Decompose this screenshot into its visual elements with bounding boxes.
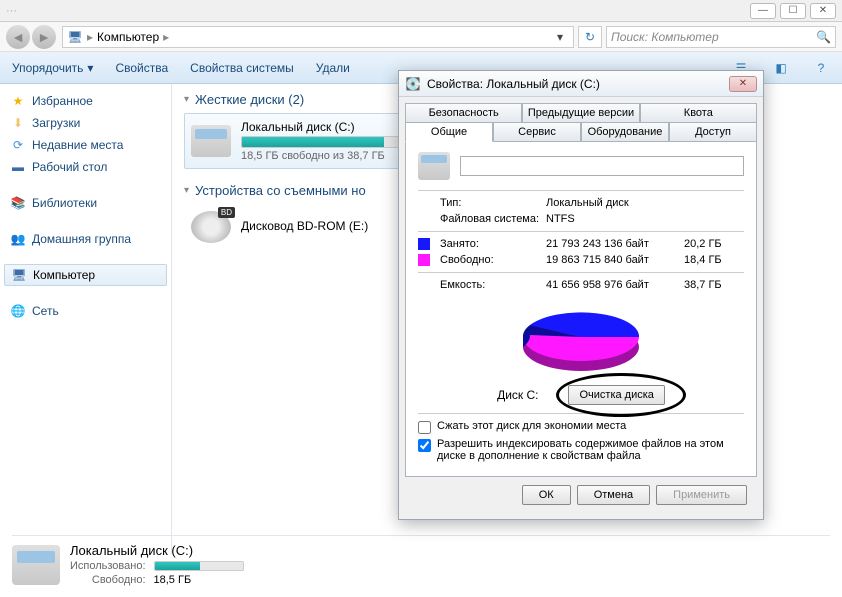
ok-button[interactable]: ОК <box>522 485 571 505</box>
fs-value: NTFS <box>546 213 678 225</box>
disk-cleanup-button[interactable]: Очистка диска <box>568 385 664 405</box>
organize-menu[interactable]: Упорядочить ▾ <box>12 61 93 75</box>
downloads-icon: ⬇ <box>10 115 26 131</box>
nav-back-button[interactable]: ◄ <box>6 25 30 49</box>
tab-tools[interactable]: Сервис <box>493 122 581 142</box>
status-used-bar <box>154 561 244 571</box>
hard-disk-icon <box>191 125 231 157</box>
type-value: Локальный диск <box>546 197 678 209</box>
libraries-icon: 📚 <box>10 195 26 211</box>
status-free-value: 18,5 ГБ <box>154 574 244 586</box>
dialog-close-button[interactable]: ✕ <box>729 76 757 92</box>
search-icon: 🔍 <box>816 30 831 44</box>
compress-label: Сжать этот диск для экономии места <box>437 420 626 432</box>
dialog-title-text: Свойства: Локальный диск (C:) <box>427 77 600 91</box>
tab-quota[interactable]: Квота <box>640 103 757 123</box>
sidebar-favorites-header[interactable]: ★Избранное <box>0 90 171 112</box>
breadcrumb-sep-icon: ▸ <box>163 30 169 44</box>
index-checkbox[interactable] <box>418 439 431 452</box>
bd-rom-icon <box>191 211 231 243</box>
refresh-button[interactable]: ↻ <box>578 26 602 48</box>
window-chrome: ··· — ☐ ✕ <box>0 0 842 22</box>
homegroup-icon: 👥 <box>10 231 26 247</box>
star-icon: ★ <box>10 93 26 109</box>
cap-label: Емкость: <box>440 279 540 291</box>
properties-button[interactable]: Свойства <box>115 61 168 75</box>
used-bytes: 21 793 243 136 байт <box>546 238 678 250</box>
status-free-label: Свободно: <box>70 574 146 586</box>
search-input[interactable]: Поиск: Компьютер 🔍 <box>606 26 836 48</box>
status-used-fill <box>155 562 201 570</box>
cap-gb: 38,7 ГБ <box>684 279 744 291</box>
used-label: Занято: <box>440 238 540 250</box>
apply-button[interactable]: Применить <box>656 485 747 505</box>
sidebar-item-computer[interactable]: 🖥Компьютер <box>4 264 167 286</box>
tab-panel-general: Тип: Локальный диск Файловая система: NTFS… <box>405 142 757 477</box>
tab-ghost: ··· <box>6 5 17 17</box>
disk-caption: Диск C: <box>497 388 538 402</box>
network-icon: 🌐 <box>10 303 26 319</box>
drive-c-capacity-fill <box>242 137 384 147</box>
uninstall-button[interactable]: Удали <box>316 61 350 75</box>
compress-checkbox[interactable] <box>418 421 431 434</box>
breadcrumb-sep-icon: ▸ <box>87 30 93 44</box>
usage-pie-chart <box>516 299 646 381</box>
system-properties-button[interactable]: Свойства системы <box>190 61 294 75</box>
index-label: Разрешить индексировать содержимое файло… <box>437 438 744 462</box>
dropdown-icon: ▾ <box>87 61 93 75</box>
sidebar-item-homegroup[interactable]: 👥Домашняя группа <box>0 228 171 250</box>
nav-forward-button[interactable]: ► <box>32 25 56 49</box>
sidebar-item-libraries[interactable]: 📚Библиотеки <box>0 192 171 214</box>
tab-general[interactable]: Общие <box>405 122 493 142</box>
dialog-titlebar[interactable]: 💽 Свойства: Локальный диск (C:) ✕ <box>399 71 763 97</box>
cap-bytes: 41 656 958 976 байт <box>546 279 678 291</box>
maximize-button[interactable]: ☐ <box>780 3 806 19</box>
collapse-icon: ▾ <box>184 185 189 196</box>
disk-icon: 💽 <box>405 76 421 92</box>
sidebar-item-recent[interactable]: ⟳Недавние места <box>0 134 171 156</box>
free-label: Свободно: <box>440 254 540 266</box>
sidebar-item-network[interactable]: 🌐Сеть <box>0 300 171 322</box>
sidebar-item-desktop[interactable]: ▬Рабочий стол <box>0 156 171 178</box>
navigation-sidebar: ★Избранное ⬇Загрузки ⟳Недавние места ▬Ра… <box>0 84 172 554</box>
sidebar-item-downloads[interactable]: ⬇Загрузки <box>0 112 171 134</box>
fs-label: Файловая система: <box>440 213 540 225</box>
used-gb: 20,2 ГБ <box>684 238 744 250</box>
computer-icon: 🖥 <box>11 267 27 283</box>
free-bytes: 19 863 715 840 байт <box>546 254 678 266</box>
cancel-button[interactable]: Отмена <box>577 485 650 505</box>
free-swatch-icon <box>418 254 430 266</box>
address-dropdown-icon[interactable]: ▾ <box>551 30 569 44</box>
disk-large-icon <box>418 152 450 180</box>
collapse-icon: ▾ <box>184 94 189 105</box>
status-drive-icon <box>12 545 60 585</box>
tab-hardware[interactable]: Оборудование <box>581 122 669 142</box>
address-bar[interactable]: 🖥 ▸ Компьютер ▸ ▾ <box>62 26 574 48</box>
status-title: Локальный диск (C:) <box>70 543 252 558</box>
address-bar-row: ◄ ► 🖥 ▸ Компьютер ▸ ▾ ↻ Поиск: Компьютер… <box>0 22 842 52</box>
tab-previous-versions[interactable]: Предыдущие версии <box>522 103 639 123</box>
volume-label-input[interactable] <box>460 156 744 176</box>
properties-dialog: 💽 Свойства: Локальный диск (C:) ✕ Безопа… <box>398 70 764 520</box>
search-placeholder: Поиск: Компьютер <box>611 30 719 44</box>
help-icon[interactable]: ? <box>812 59 830 77</box>
breadcrumb-item[interactable]: Компьютер <box>97 30 159 44</box>
free-gb: 18,4 ГБ <box>684 254 744 266</box>
computer-icon: 🖥 <box>67 29 83 45</box>
type-label: Тип: <box>440 197 540 209</box>
tab-sharing[interactable]: Доступ <box>669 122 757 142</box>
recent-icon: ⟳ <box>10 137 26 153</box>
minimize-button[interactable]: — <box>750 3 776 19</box>
desktop-icon: ▬ <box>10 159 26 175</box>
tab-security[interactable]: Безопасность <box>405 103 522 123</box>
preview-pane-icon[interactable]: ◧ <box>772 59 790 77</box>
used-swatch-icon <box>418 238 430 250</box>
details-pane: Локальный диск (C:) Использовано: Свобод… <box>12 535 830 587</box>
status-used-label: Использовано: <box>70 560 146 572</box>
close-button[interactable]: ✕ <box>810 3 836 19</box>
